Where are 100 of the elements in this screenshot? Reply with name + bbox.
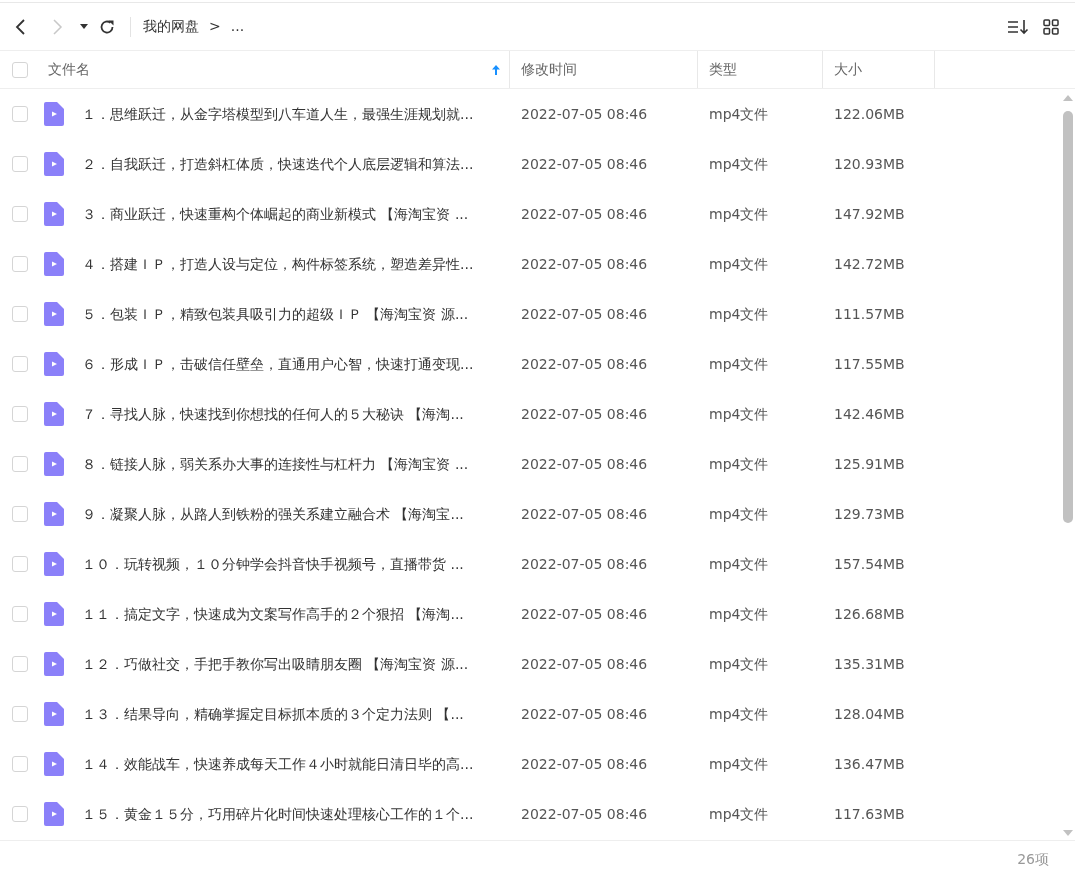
video-file-icon: [44, 152, 64, 176]
video-file-icon: [44, 752, 64, 776]
column-header[interactable]: 大小: [834, 59, 862, 80]
modified-time: 2022-07-05 08:46: [520, 504, 649, 524]
checkbox[interactable]: [12, 456, 28, 472]
file-size: 126.68MB: [833, 604, 906, 624]
file-size: 157.54MB: [833, 554, 906, 574]
file-size: 129.73MB: [833, 504, 906, 524]
checkbox[interactable]: [12, 606, 28, 622]
scroll-down-icon[interactable]: [1063, 830, 1073, 836]
checkbox[interactable]: [12, 256, 28, 272]
file-type: mp4文件: [708, 554, 770, 574]
checkbox[interactable]: [12, 356, 28, 372]
file-type: mp4文件: [708, 404, 770, 424]
file-size: 111.57MB: [833, 304, 906, 324]
modified-time: 2022-07-05 08:46: [520, 754, 649, 774]
file-size: 122.06MB: [833, 104, 906, 124]
file-name[interactable]: １０．玩转视频，１０分钟学会抖音快手视频号，直播带货 ...: [82, 553, 464, 575]
checkbox[interactable]: [12, 656, 28, 672]
modified-time: 2022-07-05 08:46: [520, 354, 649, 374]
modified-time: 2022-07-05 08:46: [520, 154, 649, 174]
file-type: mp4文件: [708, 154, 770, 174]
video-file-icon: [44, 452, 64, 476]
file-size: 117.55MB: [833, 354, 906, 374]
file-size: 136.47MB: [833, 754, 906, 774]
video-file-icon: [44, 552, 64, 576]
file-size: 135.31MB: [833, 654, 906, 674]
breadcrumb-item[interactable]: 我的网盘: [143, 16, 199, 37]
file-type: mp4文件: [708, 454, 770, 474]
modified-time: 2022-07-05 08:46: [520, 104, 649, 124]
checkbox[interactable]: [12, 506, 28, 522]
grid-view-icon[interactable]: [1043, 18, 1059, 35]
video-file-icon: [44, 352, 64, 376]
checkbox[interactable]: [12, 556, 28, 572]
dropdown-caret-icon[interactable]: [80, 23, 88, 30]
checkbox[interactable]: [12, 106, 28, 122]
checkbox[interactable]: [12, 756, 28, 772]
checkbox[interactable]: [12, 706, 28, 722]
file-name[interactable]: ７．寻找人脉，快速找到你想找的任何人的５大秘诀 【海淘...: [82, 403, 464, 425]
modified-time: 2022-07-05 08:46: [520, 704, 649, 724]
file-type: mp4文件: [708, 504, 770, 524]
file-name[interactable]: ８．链接人脉，弱关系办大事的连接性与杠杆力 【海淘宝资 ...: [82, 453, 469, 475]
file-name[interactable]: ６．形成ＩＰ，击破信任壁垒，直通用户心智，快速打通变现...: [82, 353, 474, 375]
modified-time: 2022-07-05 08:46: [520, 804, 649, 824]
file-size: 125.91MB: [833, 454, 906, 474]
file-size: 117.63MB: [833, 804, 906, 824]
file-size: 147.92MB: [833, 204, 906, 224]
checkbox[interactable]: [12, 806, 28, 822]
column-header[interactable]: 文件名: [48, 59, 90, 80]
video-file-icon: [44, 252, 64, 276]
video-file-icon: [44, 202, 64, 226]
checkbox[interactable]: [12, 156, 28, 172]
video-file-icon: [44, 402, 64, 426]
file-type: mp4文件: [708, 754, 770, 774]
file-size: 142.72MB: [833, 254, 906, 274]
file-name[interactable]: １５．黄金１５分，巧用碎片化时间快速处理核心工作的１个...: [82, 803, 474, 825]
breadcrumb-item[interactable]: ...: [230, 16, 245, 37]
file-name[interactable]: １．思维跃迁，从金字塔模型到八车道人生，最强生涯规划就...: [82, 103, 474, 125]
video-file-icon: [44, 502, 64, 526]
file-type: mp4文件: [708, 654, 770, 674]
file-type: mp4文件: [708, 354, 770, 374]
forward-icon[interactable]: [52, 17, 64, 36]
video-file-icon: [44, 302, 64, 326]
checkbox[interactable]: [12, 206, 28, 222]
checkbox[interactable]: [12, 61, 28, 78]
item-count: 26项: [1017, 849, 1049, 869]
modified-time: 2022-07-05 08:46: [520, 204, 649, 224]
file-type: mp4文件: [708, 704, 770, 724]
file-name[interactable]: ２．自我跃迁，打造斜杠体质，快速迭代个人底层逻辑和算法...: [82, 153, 474, 175]
file-type: mp4文件: [708, 804, 770, 824]
back-icon[interactable]: [14, 17, 26, 36]
sort-icon[interactable]: [1007, 18, 1029, 35]
video-file-icon: [44, 652, 64, 676]
video-file-icon: [44, 702, 64, 726]
video-file-icon: [44, 802, 64, 826]
column-header[interactable]: 修改时间: [521, 59, 577, 80]
checkbox[interactable]: [12, 406, 28, 422]
checkbox[interactable]: [12, 306, 28, 322]
video-file-icon: [44, 102, 64, 126]
scroll-up-icon[interactable]: [1063, 95, 1073, 101]
file-name[interactable]: １３．结果导向，精确掌握定目标抓本质的３个定力法则 【...: [82, 703, 464, 725]
modified-time: 2022-07-05 08:46: [520, 304, 649, 324]
file-type: mp4文件: [708, 254, 770, 274]
file-name[interactable]: １２．巧做社交，手把手教你写出吸睛朋友圈 【海淘宝资 源...: [82, 653, 469, 675]
file-type: mp4文件: [708, 604, 770, 624]
file-size: 142.46MB: [833, 404, 906, 424]
file-name[interactable]: ９．凝聚人脉，从路人到铁粉的强关系建立融合术 【海淘宝...: [82, 503, 464, 525]
file-type: mp4文件: [708, 304, 770, 324]
file-size: 120.93MB: [833, 154, 906, 174]
file-type: mp4文件: [708, 204, 770, 224]
file-name[interactable]: １４．效能战车，快速养成每天工作４小时就能日清日毕的高...: [82, 753, 474, 775]
file-name[interactable]: １１．搞定文字，快速成为文案写作高手的２个狠招 【海淘...: [82, 603, 464, 625]
video-file-icon: [44, 602, 64, 626]
column-header[interactable]: 类型: [709, 59, 737, 80]
file-name[interactable]: ５．包装ＩＰ，精致包装具吸引力的超级ＩＰ 【海淘宝资 源...: [82, 303, 469, 325]
modified-time: 2022-07-05 08:46: [520, 554, 649, 574]
file-name[interactable]: ４．搭建ＩＰ，打造人设与定位，构件标签系统，塑造差异性...: [82, 253, 474, 275]
file-name[interactable]: ３．商业跃迁，快速重构个体崛起的商业新模式 【海淘宝资 ...: [82, 203, 469, 225]
file-type: mp4文件: [708, 104, 770, 124]
modified-time: 2022-07-05 08:46: [520, 404, 649, 424]
